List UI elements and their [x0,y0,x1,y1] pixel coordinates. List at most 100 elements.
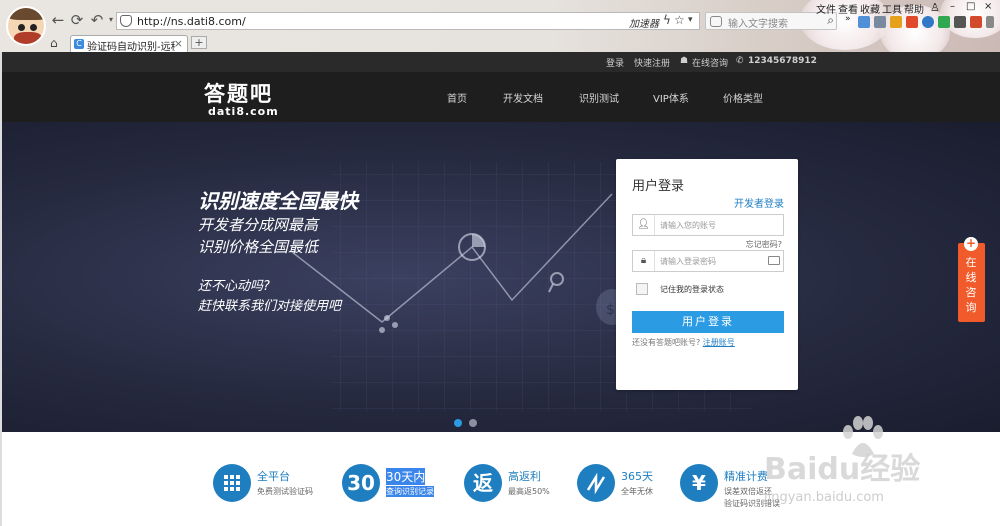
toolbar-ext-icon[interactable] [874,16,886,28]
nav-dev-docs[interactable]: 开发文档 [503,90,543,105]
topbar-phone: 12345678912 [748,56,817,66]
developer-login-link[interactable]: 开发者登录 [734,195,784,210]
feature-title: 高返利 [508,470,541,483]
yen-icon: ¥ [680,464,718,502]
nav-pricing[interactable]: 价格类型 [723,90,763,105]
carousel-dot[interactable] [469,419,477,427]
remember-me-checkbox[interactable] [636,283,648,295]
online-consult-button[interactable]: + 在线咨询 [958,237,985,322]
features-strip: 全平台 免费测试验证码 30 30天内 查询识别记录 返 高返利 最高返50% … [2,432,1000,526]
feature-title: 精准计费 [724,470,768,483]
toolbar-ext-icon[interactable] [858,16,870,28]
remember-me-label: 记住我的登录状态 [660,285,724,294]
feature-subtitle: 误差双倍返还 [724,487,772,496]
hero-line-price: 识别价格全国最低 [198,238,319,256]
no-account-text: 还没有答题吧账号? [632,338,701,347]
address-bar[interactable]: http://ns.dati8.com/ 加速器 ϟ ☆ ▾ [116,12,700,30]
menu-tools[interactable]: 工具 [882,1,902,16]
address-dropdown-icon[interactable]: ▾ [688,15,693,25]
feature-subtitle: 查询识别记录 [386,486,434,497]
svg-text:$: $ [606,302,615,318]
web-page: 登录 快速注册 ☗ 在线咨询 ✆ 12345678912 答题吧 dati8.c… [2,52,1000,526]
site-logo-domain[interactable]: dati8.com [208,105,279,118]
maximize-icon[interactable]: □ [966,1,975,12]
login-title: 用户登录 [632,179,685,194]
feature-subtitle: 最高返50% [508,487,550,496]
browser-chrome: ← ⟳ ↶ ▾ http://ns.dati8.com/ 加速器 ϟ ☆ ▾ 输… [0,0,1000,60]
login-panel: 用户登录 开发者登录 👤︎ 请输入您的账号 忘记密码? 🔒︎ 请输入登录密码 记… [616,159,798,390]
nav-vip[interactable]: VIP体系 [653,90,689,105]
hero-decoration: $ [291,162,752,412]
carousel-dot-active[interactable] [454,419,462,427]
browser-tab-active[interactable]: C 验证码自动识别-远程打码 × [70,35,188,53]
search-placeholder: 输入文字搜索 [728,19,788,30]
toolbar-ext-icon[interactable] [970,16,982,28]
close-window-icon[interactable]: × [984,1,992,12]
site-header: 答题吧 dati8.com 首页 开发文档 识别测试 VIP体系 价格类型 [2,72,1000,122]
chat-icon: ☗ [680,56,689,66]
site-logo[interactable]: 答题吧 [204,78,273,108]
toolbar-search-icon[interactable] [922,16,934,28]
feature-title: 全平台 [257,470,290,483]
toolbar-ext-icon[interactable] [906,16,918,28]
register-link[interactable]: 注册账号 [703,338,735,347]
tab-favicon-icon: C [74,39,84,49]
username-field[interactable]: 👤︎ 请输入您的账号 [632,214,784,236]
username-placeholder: 请输入您的账号 [660,221,716,230]
keyboard-icon[interactable] [768,256,780,265]
toolbar-key-icon[interactable] [890,16,902,28]
star-icon[interactable]: ☆ [674,13,685,27]
hero-cta-question: 还不心动吗? [198,279,270,294]
new-tab-button[interactable]: + [191,36,207,49]
register-prompt: 还没有答题吧账号? 注册账号 [632,337,735,348]
365-icon [577,464,615,502]
hero-line-commission: 开发者分成网最高 [198,216,319,234]
feature-subtitle: 全年无休 [621,487,653,496]
feature-subtitle: 免费测试验证码 [257,487,313,496]
feature-title: 365天 [621,470,653,483]
return-icon: 返 [464,464,502,502]
hero-banner: $ 识别速度全国最快 开发者分成网最高 识别价格全国最低 还不心动吗? 赶快联系… [2,122,1000,432]
search-engine-icon[interactable] [710,16,722,27]
plus-icon: + [964,236,978,251]
toolbar-ext-icon[interactable] [938,16,950,28]
topbar-register-link[interactable]: 快速注册 [634,56,670,69]
tab-title: 验证码自动识别-远程打码 [87,42,175,53]
30-icon: 30 [342,464,380,502]
menu-favorites[interactable]: 收藏 [860,1,880,16]
toolbar-ext-icon[interactable] [954,16,966,28]
site-topbar: 登录 快速注册 ☗ 在线咨询 ✆ 12345678912 [2,52,1000,72]
more-icon[interactable]: » [845,14,851,24]
password-field[interactable]: 🔒︎ 请输入登录密码 [632,250,784,272]
nav-recognition-test[interactable]: 识别测试 [579,90,619,105]
refresh-icon[interactable]: ⟳ [69,12,85,28]
user-icon: 👤︎ [633,215,655,235]
back-icon[interactable]: ← [50,12,66,28]
menu-help[interactable]: 帮助 [904,1,924,16]
address-url: http://ns.dati8.com/ [137,15,246,28]
phone-icon: ✆ [736,56,744,66]
online-consult-label: 在线咨询 [965,256,977,314]
forgot-password-link[interactable]: 忘记密码? [746,239,782,250]
feature-subtitle-2: 验证码识别错误 [724,499,780,508]
topbar-login-link[interactable]: 登录 [606,56,624,69]
tab-close-icon[interactable]: × [174,37,183,50]
nav-home[interactable]: 首页 [447,90,467,105]
accelerator-label[interactable]: 加速器 [629,15,659,30]
toolbar-more-icon[interactable] [986,16,994,28]
grid-icon [213,464,251,502]
shirt-icon[interactable]: ♙ [930,1,940,14]
topbar-online-consult-link[interactable]: 在线咨询 [692,56,728,69]
menu-file[interactable]: 文件 [816,1,836,16]
feature-title: 30天内 [386,468,426,485]
hero-headline: 识别速度全国最快 [198,189,358,213]
minimize-icon[interactable]: – [950,1,955,12]
password-placeholder: 请输入登录密码 [660,257,716,266]
hero-cta-contact: 赶快联系我们对接使用吧 [198,299,342,314]
home-icon[interactable]: ⌂ [50,36,58,50]
lock-icon: 🔒︎ [633,251,655,271]
lightning-icon[interactable]: ϟ [663,13,671,27]
login-button[interactable]: 用户登录 [632,311,784,333]
security-shield-icon [120,15,132,27]
user-avatar[interactable] [6,6,46,46]
